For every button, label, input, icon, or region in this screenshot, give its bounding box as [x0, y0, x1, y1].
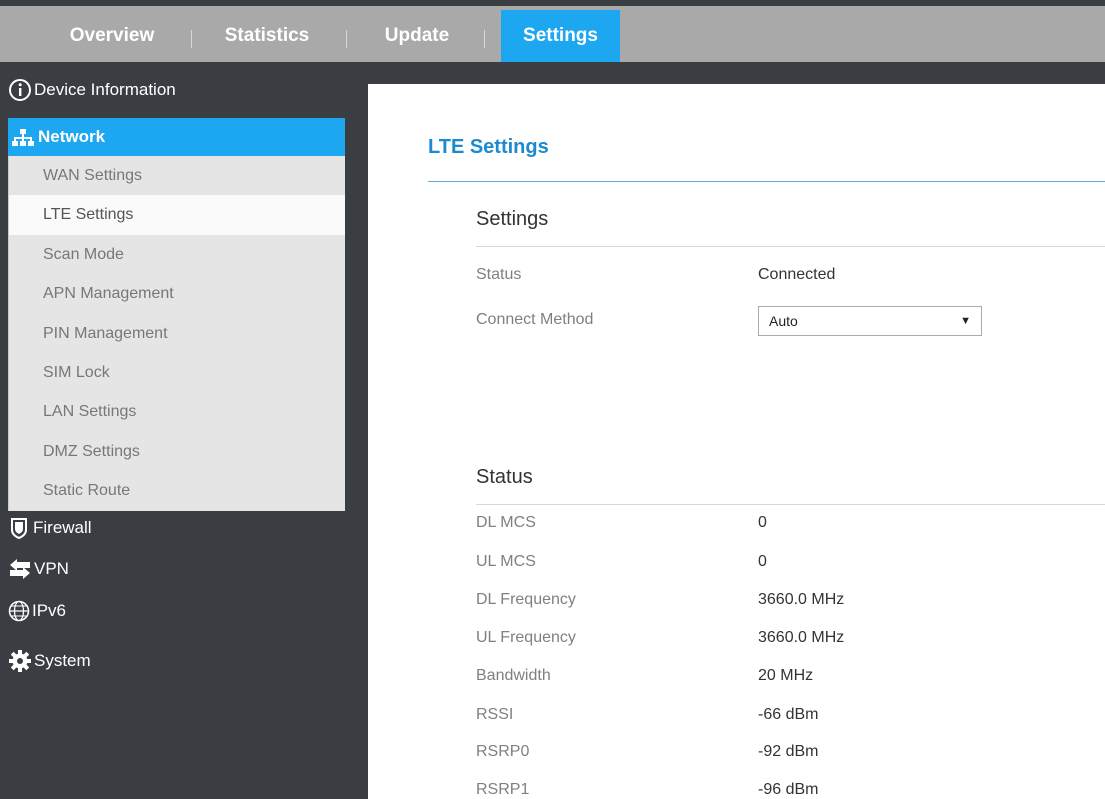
sidebar-item-vpn[interactable]: VPN [8, 558, 69, 580]
status-row-value: 0 [758, 553, 767, 570]
sidebar-item-system[interactable]: System [8, 649, 91, 673]
tab-separator [484, 30, 485, 48]
status-row-value: -92 dBm [758, 743, 819, 760]
dropdown-arrow-icon: ▼ [960, 315, 971, 327]
status-value: Connected [758, 266, 836, 283]
globe-icon [8, 600, 30, 622]
status-section-heading: Status [476, 466, 533, 488]
shield-icon [11, 518, 27, 539]
sidebar-item-ipv6[interactable]: IPv6 [8, 600, 66, 622]
settings-section-heading: Settings [476, 208, 549, 230]
section-divider [476, 504, 1105, 505]
tab-update[interactable]: Update [370, 10, 464, 62]
page-title: LTE Settings [428, 136, 549, 158]
sidebar-item-label: Device Information [34, 80, 176, 99]
sidebar-item-firewall[interactable]: Firewall [8, 517, 92, 539]
status-row-label: RSRP1 [476, 781, 530, 798]
tab-separator [191, 30, 192, 48]
status-row-value: -96 dBm [758, 781, 819, 798]
connect-method-select[interactable]: Auto ▼ [758, 306, 982, 336]
submenu-lte-settings[interactable]: LTE Settings [9, 195, 345, 235]
network-submenu: WAN Settings LTE Settings Scan Mode APN … [8, 156, 345, 511]
status-row-value: 3660.0 MHz [758, 591, 845, 608]
network-icon [12, 129, 34, 146]
submenu-wan-settings[interactable]: WAN Settings [9, 156, 345, 195]
sidebar-item-label: Network [38, 127, 106, 146]
submenu-lan-settings[interactable]: LAN Settings [9, 392, 345, 431]
submenu-static-route[interactable]: Static Route [9, 471, 345, 510]
connect-method-label: Connect Method [476, 311, 594, 328]
sidebar-item-label: VPN [34, 559, 69, 578]
title-divider [428, 181, 1105, 182]
submenu-scan-mode[interactable]: Scan Mode [9, 235, 345, 274]
sidebar-item-label: System [34, 651, 91, 670]
status-row-label: UL MCS [476, 553, 536, 570]
status-row-label: RSRP0 [476, 743, 530, 760]
section-divider [476, 246, 1105, 247]
info-icon [9, 79, 31, 101]
status-row-label: RSSI [476, 706, 514, 723]
vpn-arrows-icon [10, 559, 30, 579]
sidebar-item-network[interactable]: Network [8, 118, 345, 156]
main-content: LTE Settings Settings Status Connected C… [368, 84, 1105, 799]
submenu-dmz-settings[interactable]: DMZ Settings [9, 432, 345, 471]
submenu-pin-management[interactable]: PIN Management [9, 314, 345, 353]
tab-separator [346, 30, 347, 48]
status-row-label: Bandwidth [476, 667, 551, 684]
status-row-label: DL MCS [476, 514, 536, 531]
status-label: Status [476, 266, 522, 283]
tab-settings[interactable]: Settings [501, 10, 620, 62]
status-row-value: -66 dBm [758, 706, 819, 723]
sidebar-item-label: Firewall [33, 518, 92, 537]
sidebar-item-device-information[interactable]: Device Information [8, 62, 353, 118]
status-row-label: DL Frequency [476, 591, 576, 608]
gear-icon [9, 650, 31, 672]
submenu-sim-lock[interactable]: SIM Lock [9, 353, 345, 392]
status-row-value: 20 MHz [758, 667, 814, 684]
tab-overview[interactable]: Overview [42, 10, 182, 62]
status-row-value: 3660.0 MHz [758, 629, 845, 646]
status-row-label: UL Frequency [476, 629, 576, 646]
sidebar-item-label: IPv6 [32, 601, 67, 620]
submenu-apn-management[interactable]: APN Management [9, 274, 345, 313]
tab-statistics[interactable]: Statistics [203, 10, 331, 62]
select-value: Auto [769, 313, 798, 329]
top-nav-bar: Overview Statistics Update Settings [0, 0, 1105, 62]
status-row-value: 0 [758, 514, 767, 531]
